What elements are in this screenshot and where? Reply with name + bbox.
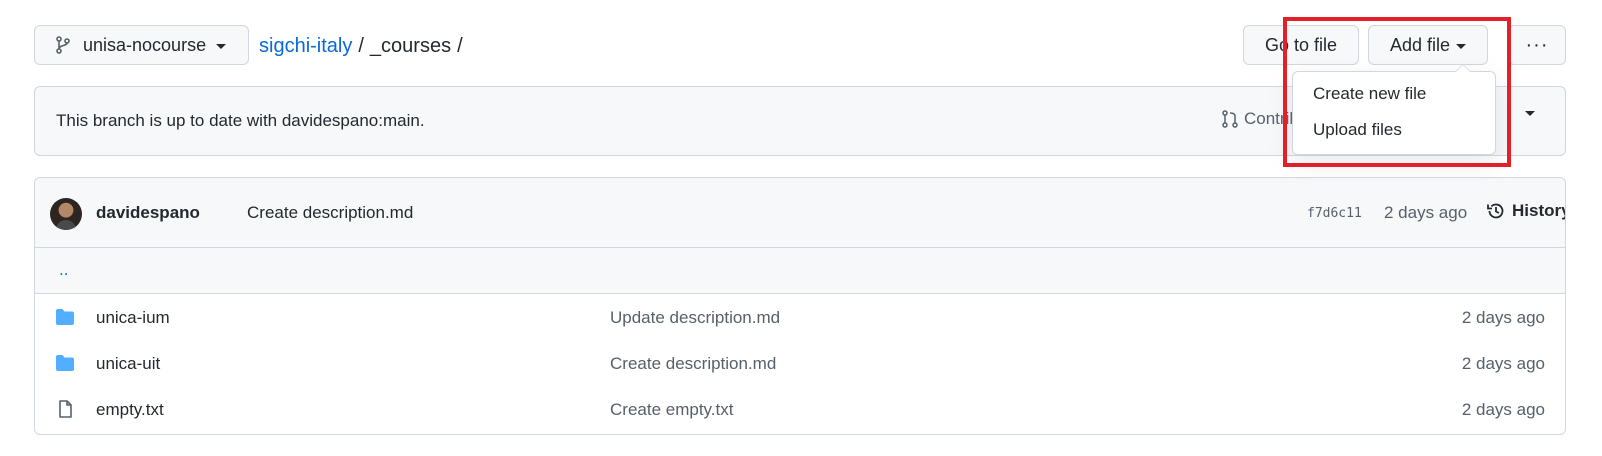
breadcrumb: sigchi-italy / _courses / xyxy=(259,35,469,58)
file-name-link[interactable]: empty.txt xyxy=(96,400,164,420)
file-commit-message[interactable]: Create empty.txt xyxy=(610,400,733,420)
caret-down-icon xyxy=(1456,43,1467,49)
folder-icon xyxy=(56,309,74,325)
avatar[interactable] xyxy=(50,198,82,230)
commit-author-link[interactable]: davidespano xyxy=(96,203,200,223)
kebab-icon: ··· xyxy=(1525,33,1549,56)
go-to-file-label: Go to file xyxy=(1264,34,1338,55)
file-name-link[interactable]: unica-ium xyxy=(96,308,170,328)
branch-name: unisa-nocourse xyxy=(83,34,207,55)
menu-item-create-new-file[interactable]: Create new file xyxy=(1313,84,1426,104)
add-file-dropdown-menu: Create new file Upload files xyxy=(1292,64,1496,155)
go-to-file-button[interactable]: Go to file xyxy=(1243,25,1359,65)
file-commit-time: 2 days ago xyxy=(1461,308,1545,327)
chevron-down-icon xyxy=(1525,111,1535,116)
table-row[interactable]: empty.txt Create empty.txt 2 days ago xyxy=(35,386,1565,433)
table-row[interactable]: unica-ium Update description.md 2 days a… xyxy=(35,294,1565,341)
breadcrumb-current-folder: _courses xyxy=(369,35,452,57)
breadcrumb-separator: / xyxy=(358,35,364,57)
more-options-button[interactable]: ··· xyxy=(1508,25,1566,65)
file-name-link[interactable]: unica-uit xyxy=(96,354,160,374)
chevron-down-icon xyxy=(216,43,227,49)
breadcrumb-separator: / xyxy=(457,35,463,57)
commit-sha-link[interactable]: f7d6c11 xyxy=(1307,206,1362,221)
file-commit-message[interactable]: Create description.md xyxy=(610,354,776,374)
file-listing: davidespano Create description.md f7d6c1… xyxy=(34,177,1566,435)
history-icon xyxy=(1487,203,1504,219)
file-icon xyxy=(59,400,72,418)
latest-commit-row: davidespano Create description.md f7d6c1… xyxy=(35,178,1565,248)
folder-icon xyxy=(56,355,74,371)
branch-selector-button[interactable]: unisa-nocourse xyxy=(34,25,249,65)
pull-request-icon xyxy=(1222,110,1238,128)
branch-status-text: This branch is up to date with davidespa… xyxy=(56,111,425,130)
git-branch-icon xyxy=(56,36,70,54)
breadcrumb-repo-link[interactable]: sigchi-italy xyxy=(259,35,352,57)
parent-directory-link[interactable]: .. xyxy=(59,260,68,280)
history-button[interactable]: History xyxy=(1486,201,1566,221)
file-commit-time: 2 days ago xyxy=(1461,354,1545,373)
menu-item-upload-files[interactable]: Upload files xyxy=(1313,120,1402,140)
file-commit-time: 2 days ago xyxy=(1461,400,1545,419)
parent-directory-row[interactable]: .. xyxy=(35,248,1565,294)
file-commit-message[interactable]: Update description.md xyxy=(610,308,780,328)
add-file-label: Add file xyxy=(1389,34,1451,55)
commit-message-link[interactable]: Create description.md xyxy=(247,203,413,223)
table-row[interactable]: unica-uit Create description.md 2 days a… xyxy=(35,340,1565,387)
commit-time: 2 days ago xyxy=(1384,203,1468,222)
history-label: History xyxy=(1512,201,1566,220)
add-file-button[interactable]: Add file xyxy=(1368,25,1488,65)
fetch-upstream-button[interactable] xyxy=(1515,109,1535,116)
